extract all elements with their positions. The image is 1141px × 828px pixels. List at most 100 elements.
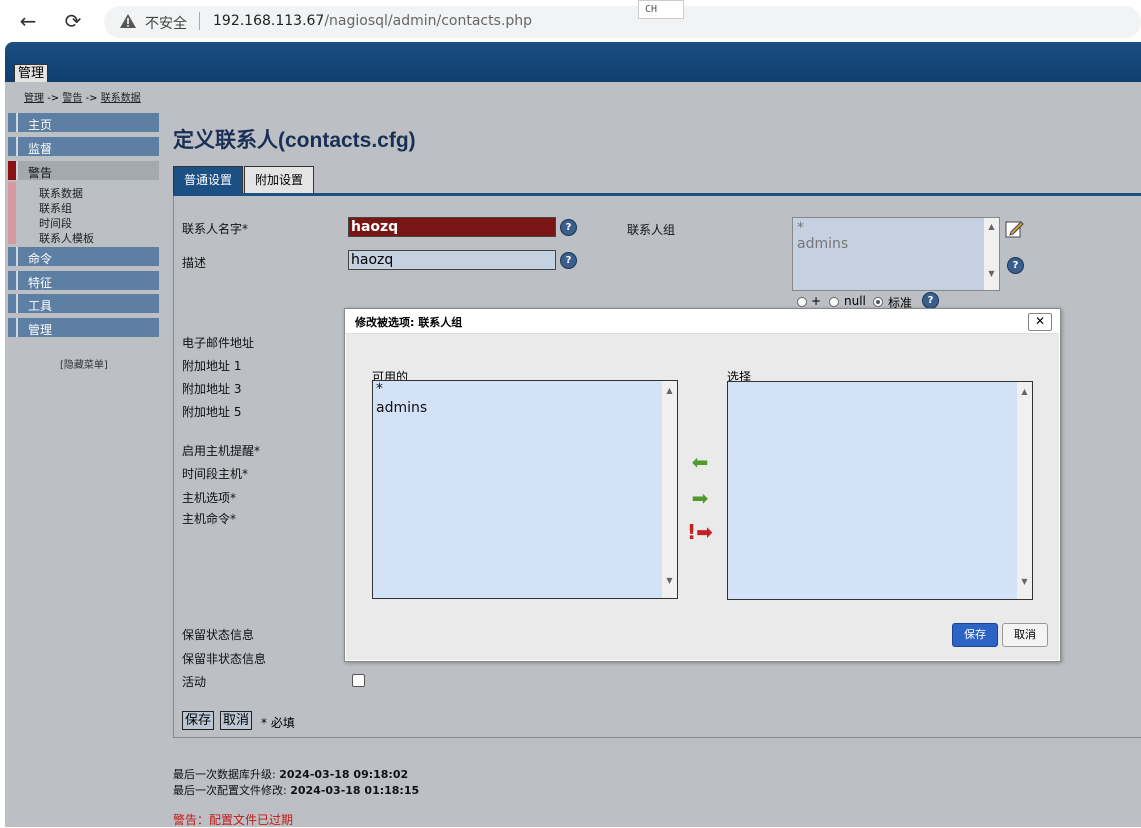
group-option[interactable]: * — [797, 220, 995, 236]
tab-general-settings[interactable]: 普通设置 — [173, 166, 244, 194]
db-update-info: 最后一次数据库升级: 2024-03-18 09:18:02 — [173, 766, 408, 782]
active-label: 活动 — [182, 675, 207, 689]
submenu-item-time-periods[interactable]: 时间段 — [39, 215, 72, 231]
cfg-update-info: 最后一次配置文件修改: 2024-03-18 01:18:15 — [173, 782, 419, 798]
submenu-marker — [8, 182, 16, 244]
scroll-up-icon[interactable]: ▲ — [984, 222, 999, 231]
url-host: 192.168.113.67 — [213, 13, 325, 29]
help-icon[interactable]: ? — [1007, 257, 1024, 274]
config-outdated-warning: 警告：配置文件已过期 — [173, 813, 294, 827]
contact-name-label: 联系人名字* — [182, 222, 249, 236]
radio-null[interactable] — [829, 297, 839, 307]
radio-standard[interactable] — [873, 297, 883, 307]
selected-listbox[interactable]: ▲ ▼ — [727, 381, 1033, 600]
banner-tab-admin[interactable]: 管理 — [14, 64, 49, 82]
contact-group-label: 联系人组 — [627, 223, 676, 237]
menu-item-label: 工具 — [28, 299, 53, 313]
menu-item-home[interactable]: 主页 — [8, 113, 159, 132]
menu-item-admin[interactable]: 管理 — [8, 318, 159, 337]
security-label[interactable]: 不安全 — [145, 13, 187, 33]
edit-icon[interactable] — [1005, 219, 1025, 239]
scroll-down-icon[interactable]: ▼ — [1017, 577, 1032, 586]
menu-item-label: 主页 — [28, 118, 53, 132]
description-label: 描述 — [182, 256, 207, 270]
radio-null-label: null — [844, 294, 866, 308]
description-input[interactable]: haozq — [348, 250, 556, 270]
scroll-up-icon[interactable]: ▲ — [1017, 387, 1032, 396]
add-arrow-icon[interactable]: ⬅ — [689, 451, 711, 473]
db-update-label: 最后一次数据库升级: — [173, 768, 276, 781]
breadcrumb-contacts[interactable]: 联系数据 — [101, 93, 141, 104]
breadcrumb-admin[interactable]: 管理 — [24, 93, 44, 104]
url-divider — [199, 12, 200, 30]
dialog-save-button[interactable]: 保存 — [952, 623, 998, 647]
contact-group-select[interactable]: * admins — [792, 217, 1000, 291]
retain-nonstatus-label: 保留非状态信息 — [182, 652, 267, 666]
scroll-down-icon[interactable]: ▼ — [662, 576, 677, 585]
address3-label: 附加地址 3 — [182, 382, 242, 396]
scroll-up-icon[interactable]: ▲ — [662, 386, 677, 395]
menu-item-label: 监督 — [28, 142, 53, 156]
db-update-value: 2024-03-18 09:18:02 — [279, 768, 409, 781]
help-icon[interactable]: ? — [560, 252, 577, 269]
email-label: 电子邮件地址 — [182, 336, 255, 350]
breadcrumb-sep: -> — [47, 93, 60, 104]
scroll-down-icon[interactable]: ▼ — [984, 269, 999, 278]
active-checkbox[interactable] — [352, 674, 365, 687]
cfg-update-label: 最后一次配置文件修改: — [173, 784, 287, 797]
cfg-update-value: 2024-03-18 01:18:15 — [290, 784, 420, 797]
available-scrollbar[interactable]: ▲ ▼ — [662, 381, 677, 598]
menu-item-commands[interactable]: 命令 — [8, 247, 159, 266]
tab-additional-settings[interactable]: 附加设置 — [244, 166, 315, 194]
warning-triangle-icon[interactable] — [120, 14, 136, 28]
radio-plus[interactable] — [797, 297, 807, 307]
available-item[interactable]: admins — [376, 400, 427, 416]
submenu-item-contact-templates[interactable]: 联系人模板 — [39, 230, 94, 246]
menu-item-features[interactable]: 特征 — [8, 271, 159, 290]
help-icon[interactable]: ? — [922, 292, 939, 309]
menu-item-label: 命令 — [28, 252, 53, 266]
available-item[interactable]: * — [376, 381, 383, 397]
address5-label: 附加地址 5 — [182, 405, 242, 419]
host-command-label: 主机命令* — [182, 512, 237, 526]
page-title: 定义联系人(contacts.cfg) — [173, 129, 416, 152]
back-icon[interactable]: ← — [14, 7, 42, 35]
host-options-label: 主机选项* — [182, 491, 237, 505]
save-button[interactable]: 保存 — [182, 711, 215, 730]
menu-item-label: 警告 — [28, 166, 53, 180]
required-note: * 必填 — [261, 716, 295, 730]
dialog-title: 修改被选项: 联系人组 — [355, 316, 463, 329]
host-period-label: 时间段主机* — [182, 467, 249, 481]
dialog-titlebar: 修改被选项: 联系人组 ✕ — [345, 309, 1058, 334]
available-listbox[interactable]: * admins ▲ ▼ — [372, 380, 678, 599]
ime-indicator: CH — [638, 0, 684, 19]
url-text[interactable]: 192.168.113.67/nagiosql/admin/contacts.p… — [213, 13, 532, 29]
breadcrumb-sep: -> — [85, 93, 98, 104]
help-icon[interactable]: ? — [560, 219, 577, 236]
address1-label: 附加地址 1 — [182, 359, 242, 373]
hide-menu-link[interactable]: [隐藏菜单] — [60, 356, 108, 371]
radio-plus-label: + — [811, 294, 822, 308]
edit-selection-dialog: 修改被选项: 联系人组 ✕ 可用的 * admins ▲ ▼ ⬅ ➡ !➡ 选择… — [344, 308, 1061, 662]
group-scrollbar[interactable]: ▲ ▼ — [984, 218, 999, 290]
contact-name-input[interactable]: haozq — [348, 217, 556, 237]
menu-item-tools[interactable]: 工具 — [8, 294, 159, 313]
selected-scrollbar[interactable]: ▲ ▼ — [1017, 382, 1032, 599]
app-banner — [5, 42, 1141, 82]
breadcrumb-alerts[interactable]: 警告 — [62, 93, 82, 104]
remove-arrow-icon[interactable]: ➡ — [689, 487, 711, 509]
url-path: /nagiosql/admin/contacts.php — [324, 13, 533, 29]
dialog-cancel-button[interactable]: 取消 — [1002, 623, 1048, 647]
menu-item-alerts[interactable]: 警告 — [8, 161, 159, 180]
menu-item-monitoring[interactable]: 监督 — [8, 137, 159, 156]
submenu-item-contact-groups[interactable]: 联系组 — [39, 200, 72, 216]
exclude-arrow-icon[interactable]: !➡ — [686, 521, 714, 543]
reload-icon[interactable]: ⟳ — [59, 7, 87, 35]
menu-item-label: 特征 — [28, 276, 53, 290]
close-icon[interactable]: ✕ — [1028, 313, 1052, 331]
breadcrumb: 管理 -> 警告 -> 联系数据 — [24, 89, 141, 104]
submenu-item-contact-data[interactable]: 联系数据 — [39, 185, 83, 201]
cancel-button[interactable]: 取消 — [220, 711, 253, 730]
group-option[interactable]: admins — [797, 236, 995, 252]
menu-item-label: 管理 — [28, 323, 53, 337]
